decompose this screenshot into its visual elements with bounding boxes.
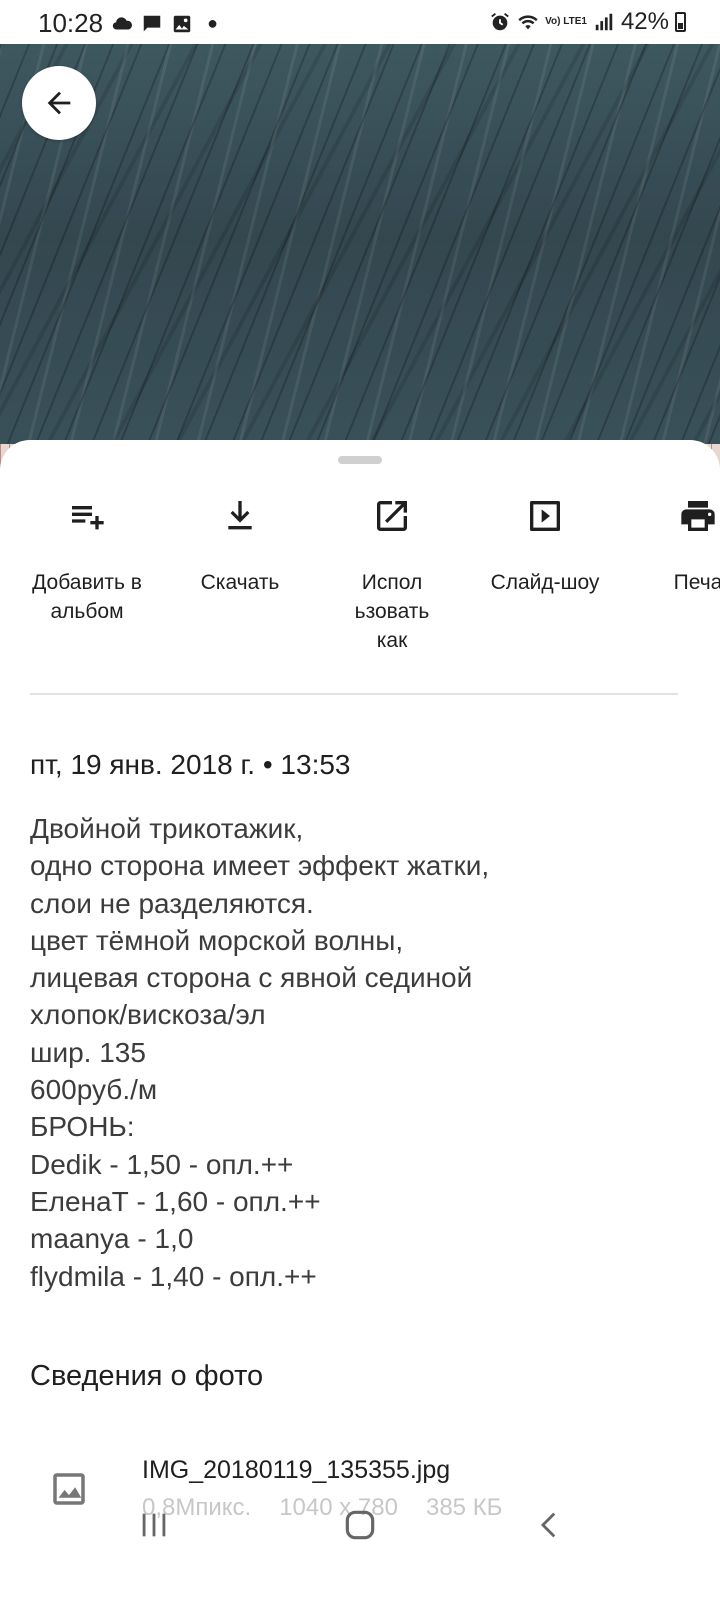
info-sheet: Добавить в альбом Скачать Испол ьзовать … [0, 440, 720, 1600]
playlist-add-icon [72, 506, 104, 530]
status-right: Vo) LTE1 42% [489, 8, 686, 36]
home-button[interactable] [330, 1500, 390, 1550]
use-as-label: Испол ьзовать как [354, 571, 430, 652]
status-time: 10:28 [38, 8, 104, 38]
description-line: Двойной трикотажик, [30, 813, 304, 844]
home-icon [345, 1510, 375, 1540]
add-to-album-button[interactable]: Добавить в альбом [9, 492, 165, 626]
description-line: шир. 135 [30, 1036, 146, 1068]
add-to-album-label: Добавить в альбом [32, 571, 142, 623]
photo-details-title: Сведения о фото [30, 1360, 264, 1392]
description-line: одно сторона имеет эффект жатки, [30, 850, 490, 882]
description-line: БРОНЬ: [30, 1111, 135, 1143]
print-label: Печа [673, 571, 720, 594]
wifi-icon [518, 15, 538, 30]
use-as-button[interactable]: Испол ьзовать как [314, 492, 470, 655]
description-line: хлопок/вискоза/эл [30, 999, 266, 1031]
alarm-icon [491, 13, 509, 31]
print-button[interactable]: Печа [620, 492, 720, 597]
description-line: ЕленаТ - 1,60 - опл.++ [30, 1185, 321, 1217]
description-line: maanya - 1,0 [30, 1223, 194, 1255]
back-icon [540, 1512, 556, 1538]
battery-icon [675, 12, 686, 32]
dot-icon: ● [207, 13, 218, 33]
volte-icon: Vo) LTE1 [545, 16, 587, 27]
download-label: Скачать [200, 571, 280, 594]
description-line: слои не разделяются. [30, 887, 314, 919]
description-line: Dedik - 1,50 - опл.++ [30, 1148, 294, 1180]
description-line: 600руб./м [30, 1074, 158, 1106]
arrow-back-icon [47, 91, 71, 115]
description-line: цвет тёмной морской волны, [30, 924, 404, 956]
back-button[interactable] [22, 66, 96, 140]
slideshow-label: Слайд-шоу [490, 571, 600, 594]
file-name: IMG_20180119_135355.jpg [142, 1456, 451, 1484]
drag-handle[interactable] [338, 456, 382, 464]
print-icon [681, 501, 715, 531]
photo-date-time: пт, 19 янв. 2018 г. • 13:53 [30, 749, 351, 780]
photo-description[interactable]: Двойной трикотажик, одно сторона имеет э… [30, 810, 489, 1295]
cloud-icon [112, 16, 133, 30]
nav-back-button[interactable] [520, 1500, 580, 1550]
download-button[interactable]: Скачать [162, 492, 318, 597]
recents-icon [142, 1513, 166, 1537]
divider [30, 693, 678, 695]
description-line: flydmila - 1,40 - опл.++ [30, 1260, 317, 1292]
description-line: лицевая сторона с явной сединой [30, 962, 473, 994]
slideshow-button[interactable]: Слайд-шоу [467, 492, 623, 597]
actions-row: Добавить в альбом Скачать Испол ьзовать … [0, 492, 720, 682]
open-in-new-icon [377, 501, 407, 531]
navigation-bar [0, 1490, 720, 1560]
battery-percent: 42% [620, 8, 669, 35]
signal-icon [595, 13, 613, 31]
status-left: 10:28 ● [38, 8, 218, 39]
status-bar: 10:28 ● Vo) LTE1 42% [0, 0, 720, 44]
photo-preview[interactable] [0, 44, 720, 474]
message-icon [143, 15, 161, 31]
download-icon [228, 501, 252, 530]
slideshow-icon [530, 501, 560, 531]
image-icon [173, 15, 191, 32]
recents-button[interactable] [124, 1500, 184, 1550]
